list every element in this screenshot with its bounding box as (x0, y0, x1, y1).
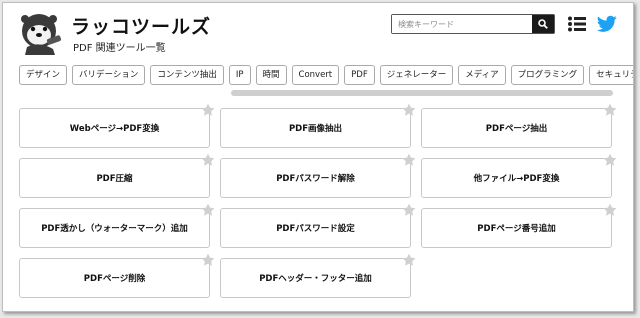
tag-generator[interactable]: ジェネレーター (379, 65, 454, 85)
tag-convert[interactable]: Convert (291, 65, 340, 85)
tool-card-pdf-page-extract[interactable]: PDFページ抽出 (421, 103, 617, 148)
tag-time[interactable]: 時間 (255, 65, 287, 85)
tool-card-label: PDFページ削除 (83, 274, 146, 284)
tool-card-label: PDF画像抽出 (288, 124, 343, 134)
tag-validation[interactable]: バリデーション (72, 65, 146, 85)
tool-card-pdf-page-delete[interactable]: PDFページ削除 (19, 253, 215, 298)
tool-card-label: Webページ→PDF変換 (69, 124, 160, 134)
tool-card-label: PDFパスワード解除 (276, 174, 355, 184)
tag-ip[interactable]: IP (228, 65, 251, 85)
tool-card-pdf-image-extract[interactable]: PDF画像抽出 (220, 103, 416, 148)
star-icon[interactable] (402, 203, 416, 217)
tag-security[interactable]: セキュリティ (589, 65, 633, 85)
twitter-icon[interactable] (597, 15, 617, 33)
tool-card-label: PDFヘッダー・フッター追加 (259, 274, 372, 284)
star-icon[interactable] (201, 253, 215, 267)
star-icon[interactable] (402, 103, 416, 117)
tool-card-pdf-page-number[interactable]: PDFページ番号追加 (421, 203, 617, 248)
tag-pdf[interactable]: PDF (344, 65, 375, 85)
star-icon[interactable] (603, 103, 617, 117)
star-icon[interactable] (201, 153, 215, 167)
star-icon[interactable] (603, 203, 617, 217)
tool-card-label: PDF圧縮 (96, 174, 133, 184)
tags-scrollbar[interactable] (231, 90, 613, 96)
star-icon[interactable] (402, 253, 416, 267)
tool-card-web-to-pdf[interactable]: Webページ→PDF変換 (19, 103, 215, 148)
tool-card-label: 他ファイル→PDF変換 (473, 174, 560, 184)
search-input[interactable] (392, 15, 532, 33)
tool-card-pdf-compress[interactable]: PDF圧縮 (19, 153, 215, 198)
site-title[interactable]: ラッコツールズ (71, 12, 211, 39)
tool-card-pdf-password-set[interactable]: PDFパスワード設定 (220, 203, 416, 248)
category-tags: デザイン バリデーション コンテンツ抽出 IP 時間 Convert PDF ジ… (19, 65, 633, 85)
tool-card-label: PDFページ番号追加 (477, 224, 556, 234)
star-icon[interactable] (201, 103, 215, 117)
page-subtitle: PDF 関連ツール一覧 (73, 43, 166, 54)
star-icon[interactable] (402, 153, 416, 167)
tool-card-file-to-pdf[interactable]: 他ファイル→PDF変換 (421, 153, 617, 198)
header: ラッコツールズ PDF 関連ツール一覧 (3, 3, 633, 61)
list-icon[interactable] (568, 16, 586, 32)
tool-card-pdf-watermark[interactable]: PDF透かし（ウォーターマーク）追加 (19, 203, 215, 248)
tag-programming[interactable]: プログラミング (510, 65, 585, 85)
star-icon[interactable] (603, 153, 617, 167)
page-frame: ラッコツールズ PDF 関連ツール一覧 デザイン バリデーション コンテンツ抽出… (2, 2, 634, 312)
tag-design[interactable]: デザイン (19, 65, 68, 85)
tool-card-pdf-header-footer[interactable]: PDFヘッダー・フッター追加 (220, 253, 416, 298)
tool-card-label: PDFページ抽出 (485, 124, 548, 134)
search-button[interactable] (532, 15, 554, 33)
star-icon[interactable] (201, 203, 215, 217)
tool-card-label: PDFパスワード設定 (276, 224, 355, 234)
sea-otter-logo[interactable] (19, 11, 65, 55)
tool-card-pdf-password-remove[interactable]: PDFパスワード解除 (220, 153, 416, 198)
search-icon (538, 19, 548, 29)
tool-card-label: PDF透かし（ウォーターマーク）追加 (41, 224, 188, 234)
search-box (391, 14, 555, 34)
tag-content-extraction[interactable]: コンテンツ抽出 (150, 65, 224, 85)
tag-media[interactable]: メディア (458, 65, 506, 85)
